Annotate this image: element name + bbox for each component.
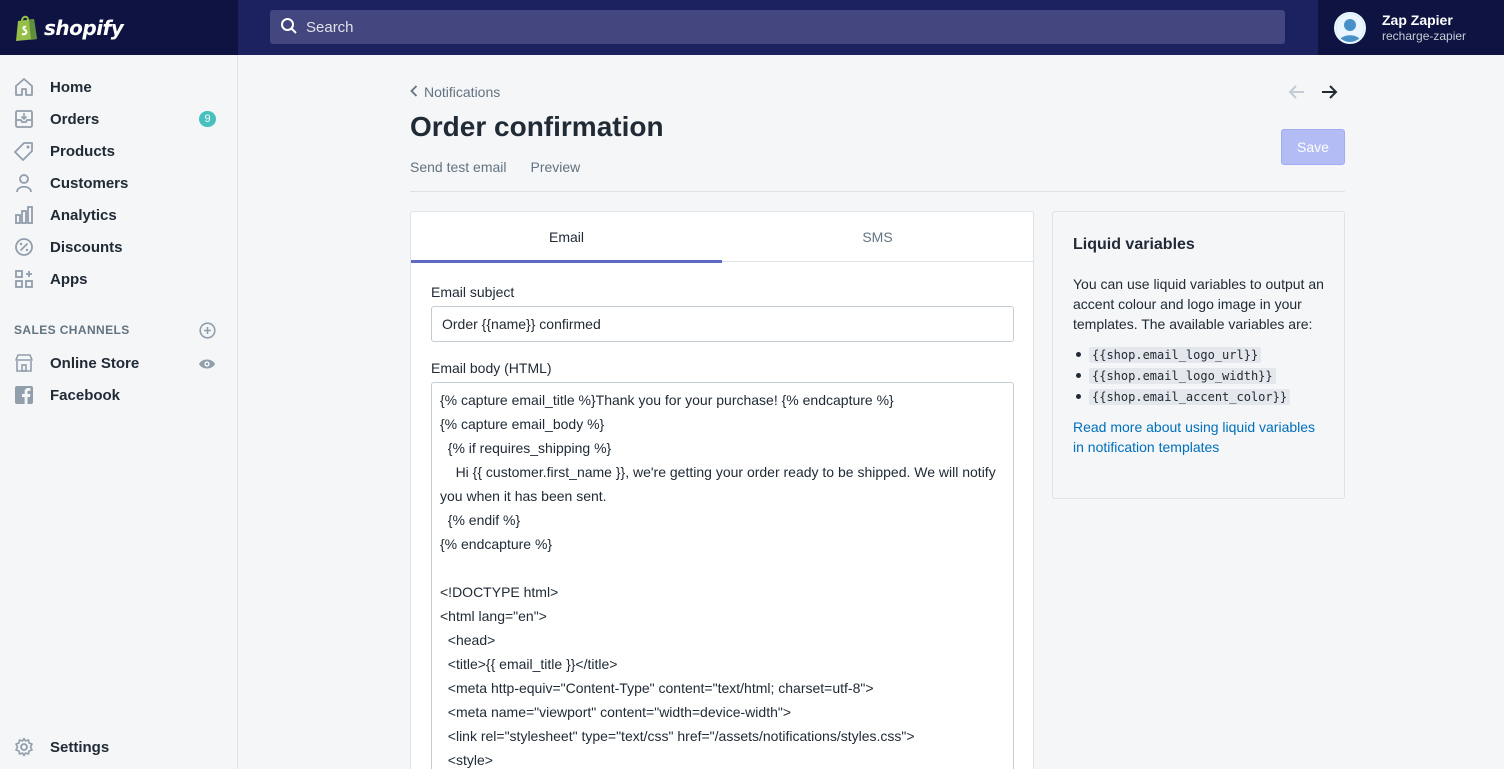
sidebar-item-products[interactable]: Products: [0, 135, 237, 167]
liquid-variables-card: Liquid variables You can use liquid vari…: [1052, 211, 1345, 499]
orders-count-badge: 9: [199, 111, 216, 127]
variable-code: {{shop.email_accent_color}}: [1089, 388, 1291, 405]
sidebar-item-label: Customers: [50, 174, 129, 192]
send-test-email-button[interactable]: Send test email: [410, 159, 507, 175]
gear-icon: [13, 736, 35, 758]
preview-button[interactable]: Preview: [531, 159, 581, 175]
shopify-logo[interactable]: shopify: [0, 0, 238, 55]
breadcrumb[interactable]: Notifications: [410, 84, 500, 100]
discount-icon: [13, 236, 35, 258]
tab-bar: Email SMS: [411, 212, 1033, 263]
code-line: {% capture email_title %}Thank you for y…: [440, 392, 894, 408]
email-body-label: Email body (HTML): [431, 360, 552, 376]
email-subject-label: Email subject: [431, 284, 515, 300]
list-item: {{shop.email_logo_url}}: [1073, 344, 1324, 365]
orders-icon: [13, 108, 35, 130]
shopify-bag-icon: [14, 14, 40, 42]
sidebar-item-apps[interactable]: Apps: [0, 263, 237, 295]
save-button[interactable]: Save: [1281, 129, 1345, 165]
code-line: <style>: [440, 752, 493, 768]
code-line: <head>: [440, 632, 496, 648]
email-body-editor[interactable]: {% capture email_title %}Thank you for y…: [431, 382, 1014, 769]
code-line: <!DOCTYPE html>: [440, 584, 559, 600]
sidebar-item-label: Apps: [50, 270, 88, 288]
sidebar-item-label: Facebook: [50, 386, 121, 404]
sidebar-item-label: Online Store: [50, 354, 140, 372]
bar-chart-icon: [13, 204, 35, 226]
sidebar-item-label: Home: [50, 78, 92, 96]
sidebar-item-analytics[interactable]: Analytics: [0, 199, 237, 231]
tag-icon: [13, 140, 35, 162]
sidebar: Home Orders 9 Products Customers Analyti…: [0, 55, 238, 769]
breadcrumb-link[interactable]: Notifications: [424, 84, 500, 100]
variable-code: {{shop.email_logo_url}}: [1089, 346, 1262, 363]
brand-name: shopify: [44, 15, 124, 40]
arrow-left-icon[interactable]: [1287, 82, 1307, 105]
pagination: [1287, 82, 1339, 105]
arrow-right-icon[interactable]: [1319, 82, 1339, 105]
sidebar-item-label: Products: [50, 142, 116, 160]
variable-code: {{shop.email_logo_width}}: [1089, 367, 1276, 384]
code-line: {% endcapture %}: [440, 536, 553, 552]
sidebar-item-home[interactable]: Home: [0, 71, 237, 103]
code-line: {% if requires_shipping %}: [440, 440, 612, 456]
home-icon: [13, 76, 35, 98]
store-name: recharge-zapier: [1382, 28, 1467, 43]
sidebar-item-label: Analytics: [50, 206, 117, 224]
list-item: {{shop.email_logo_width}}: [1073, 365, 1324, 386]
read-more-link[interactable]: Read more about using liquid variables i…: [1073, 417, 1324, 457]
tab-email[interactable]: Email: [411, 212, 722, 263]
page-title: Order confirmation: [410, 111, 664, 142]
code-line: Hi {{ customer.first_name }}, we're gett…: [440, 464, 1000, 504]
search-input[interactable]: Search: [306, 19, 354, 36]
code-line: <link rel="stylesheet" type="text/css" h…: [440, 728, 915, 744]
top-bar: shopify Search Zap Zapier recharge-zapie…: [0, 0, 1504, 55]
page-actions: Send test email Preview: [410, 159, 580, 175]
variables-list: {{shop.email_logo_url}} {{shop.email_log…: [1073, 344, 1324, 407]
email-subject-input[interactable]: Order {{name}} confirmed: [431, 306, 1014, 342]
sidebar-item-online-store[interactable]: Online Store: [0, 347, 237, 379]
code-line: {% endif %}: [440, 512, 521, 528]
template-editor-card: Email SMS Email subject Order {{name}} c…: [410, 211, 1034, 769]
chevron-left-icon: [410, 84, 418, 100]
search-bar[interactable]: Search: [270, 10, 1285, 44]
code-line: <title>{{ email_title }}</title>: [440, 656, 618, 672]
apps-icon: [13, 268, 35, 290]
code-line: {% capture email_body %}: [440, 416, 605, 432]
liquid-variables-title: Liquid variables: [1073, 236, 1195, 253]
sidebar-item-customers[interactable]: Customers: [0, 167, 237, 199]
tab-sms[interactable]: SMS: [722, 212, 1033, 262]
sidebar-item-settings[interactable]: Settings: [0, 731, 237, 763]
code-line: <meta name="viewport" content="width=dev…: [440, 704, 792, 720]
header-divider: [410, 191, 1345, 192]
sidebar-item-discounts[interactable]: Discounts: [0, 231, 237, 263]
add-channel-icon[interactable]: [199, 322, 216, 342]
store-icon: [13, 352, 35, 374]
sales-channels-heading: SALES CHANNELS: [14, 323, 130, 337]
sidebar-item-label: Orders: [50, 110, 100, 128]
sidebar-item-label: Discounts: [50, 238, 123, 256]
liquid-variables-description: You can use liquid variables to output a…: [1073, 276, 1324, 332]
sidebar-item-label: Settings: [50, 738, 110, 756]
sidebar-item-orders[interactable]: Orders 9: [0, 103, 237, 135]
user-menu[interactable]: Zap Zapier recharge-zapier: [1318, 0, 1504, 55]
user-name: Zap Zapier: [1382, 11, 1453, 28]
person-icon: [13, 172, 35, 194]
search-icon: [280, 17, 298, 38]
view-store-eye-icon[interactable]: [198, 357, 216, 373]
avatar: [1334, 11, 1366, 44]
list-item: {{shop.email_accent_color}}: [1073, 386, 1324, 407]
code-line: <meta http-equiv="Content-Type" content=…: [440, 680, 874, 696]
code-line: <html lang="en">: [440, 608, 547, 624]
facebook-icon: [13, 384, 35, 406]
sidebar-item-facebook[interactable]: Facebook: [0, 379, 237, 411]
